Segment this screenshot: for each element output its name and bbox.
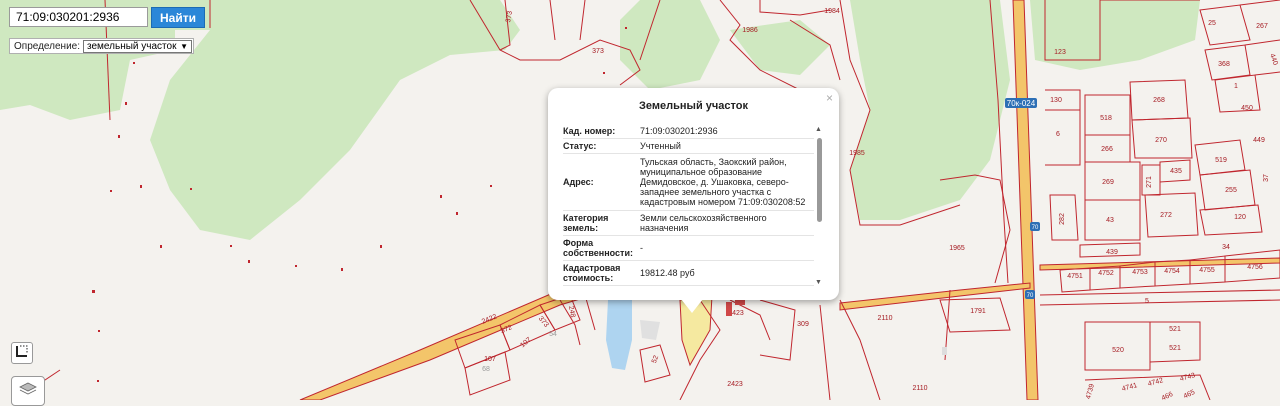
building — [942, 347, 947, 355]
definition-selector: Определение: земельный участок ▼ — [9, 38, 194, 54]
property-key: Статус: — [563, 141, 597, 151]
property-key: Категория земель: — [563, 213, 609, 233]
road-badge: 70 — [1030, 222, 1040, 231]
parcel-label: 123 — [1054, 49, 1066, 56]
scroll-down-icon[interactable]: ▼ — [815, 279, 822, 286]
parcel-label: 435 — [1170, 168, 1182, 175]
parcel-label: 255 — [1225, 187, 1237, 194]
parcel-label: 271 — [1146, 176, 1153, 188]
parcel-label: 267 — [1256, 23, 1268, 30]
parcel-label: 37 — [1263, 174, 1270, 182]
property-row: Уточненная — [563, 286, 814, 288]
parcel-label: 521 — [1169, 345, 1181, 352]
parcel-label: 25 — [1208, 20, 1216, 27]
property-value: Учтенный — [640, 141, 681, 151]
property-row: Форма собственности: - — [563, 236, 814, 261]
parcel-label: 518 — [1100, 115, 1112, 122]
svg-text:70: 70 — [1032, 225, 1039, 231]
parcel-label: 520 — [1112, 347, 1124, 354]
parcel-label: 4751 — [1067, 273, 1083, 280]
parcel-label: 2110 — [877, 315, 892, 322]
parcel-label: 6 — [1056, 131, 1060, 138]
fullscreen-icon — [16, 344, 28, 362]
parcel-label: 120 — [1234, 214, 1246, 221]
parcel-label: 107 — [484, 356, 496, 363]
cadastral-search-input[interactable] — [9, 7, 148, 27]
property-row: Категория земель: Земли сельскохозяйстве… — [563, 211, 814, 236]
parcel-label: 1986 — [742, 27, 758, 34]
chevron-down-icon: ▼ — [180, 41, 188, 51]
scroll-thumb[interactable] — [817, 138, 822, 222]
parcel-label: 4752 — [1098, 270, 1114, 277]
property-value: Тульская область, Заокский район, муници… — [640, 157, 806, 207]
parcel-label: 270 — [1155, 137, 1167, 144]
parcel-label: 282 — [1059, 213, 1066, 225]
parcel-label: 269 — [1102, 179, 1114, 186]
parcel-info-popup: × Земельный участок Кад. номер: 71:09:03… — [548, 88, 839, 300]
parcel-label: 449 — [1253, 137, 1265, 144]
parcel-label: 68 — [482, 366, 490, 373]
parcel-label: 266 — [1101, 146, 1113, 153]
parcel-label: 521 — [1169, 326, 1181, 333]
building — [735, 300, 745, 305]
parcel-label: 34 — [1222, 244, 1230, 251]
property-row: Адрес: Тульская область, Заокский район,… — [563, 154, 814, 211]
parcel-label: 4754 — [1164, 268, 1180, 275]
parcel-label: 5 — [1145, 298, 1149, 305]
parcel-label: 373 — [592, 48, 604, 55]
svg-text:70: 70 — [1027, 293, 1034, 299]
parcel-label: 1791 — [970, 308, 986, 315]
parcel-label: 272 — [1160, 212, 1172, 219]
layers-icon — [19, 381, 37, 402]
definition-selected-value: земельный участок — [87, 40, 177, 52]
property-value: 19812.48 руб — [640, 268, 695, 278]
parcel-label: 1985 — [849, 150, 865, 157]
property-key: Адрес: — [563, 177, 594, 187]
property-value: Земли сельскохозяйственного назначения — [640, 213, 767, 233]
parcel-label: 309 — [797, 321, 809, 328]
property-key: Форма собственности: — [563, 238, 633, 258]
road-badge: 70 — [1025, 290, 1035, 299]
property-row: Кад. номер: 71:09:030201:2936 — [563, 124, 814, 139]
find-button[interactable]: Найти — [151, 7, 205, 28]
parcel-label: 4755 — [1199, 267, 1215, 274]
popup-pointer — [681, 299, 703, 313]
parcel-label: 450 — [1241, 105, 1253, 112]
definition-select[interactable]: земельный участок ▼ — [83, 39, 192, 53]
popup-scrollbar[interactable]: ▲ ▼ — [815, 126, 823, 286]
parcel-label: 268 — [1153, 97, 1165, 104]
road-badge: 70к-024 — [1005, 98, 1037, 108]
parcel-label: 43 — [1106, 217, 1114, 224]
parcel-label: 1 — [1234, 83, 1238, 90]
building — [726, 302, 732, 316]
parcel-label: 1965 — [949, 245, 965, 252]
parcel-label: 519 — [1215, 157, 1227, 164]
parcel-label: 4756 — [1247, 264, 1263, 271]
parcel-label: 2110 — [912, 385, 927, 392]
property-value: 71:09:030201:2936 — [640, 126, 718, 136]
definition-label: Определение: — [14, 40, 81, 52]
parcel-label: 4753 — [1132, 269, 1148, 276]
parcel-label: 2423 — [727, 381, 743, 388]
property-value: - — [640, 243, 643, 253]
parcel-label: 1984 — [824, 8, 840, 15]
parcel-label: 130 — [1050, 97, 1062, 104]
property-row: Кадастровая стоимость: 19812.48 руб — [563, 261, 814, 286]
fullscreen-button[interactable] — [11, 342, 33, 364]
scroll-up-icon[interactable]: ▲ — [815, 126, 822, 133]
property-key: Кад. номер: — [563, 126, 616, 136]
popup-title: Земельный участок — [639, 100, 748, 112]
property-row: Статус: Учтенный — [563, 139, 814, 154]
parcel-label: 54 — [549, 331, 557, 338]
parcel-label: 439 — [1106, 249, 1118, 256]
popup-properties: Кад. номер: 71:09:030201:2936 Статус: Уч… — [563, 124, 814, 288]
layers-button[interactable] — [11, 376, 45, 406]
parcel-label: 368 — [1218, 61, 1230, 68]
svg-text:70к-024: 70к-024 — [1007, 99, 1036, 108]
property-key: Кадастровая стоимость: — [563, 263, 621, 283]
